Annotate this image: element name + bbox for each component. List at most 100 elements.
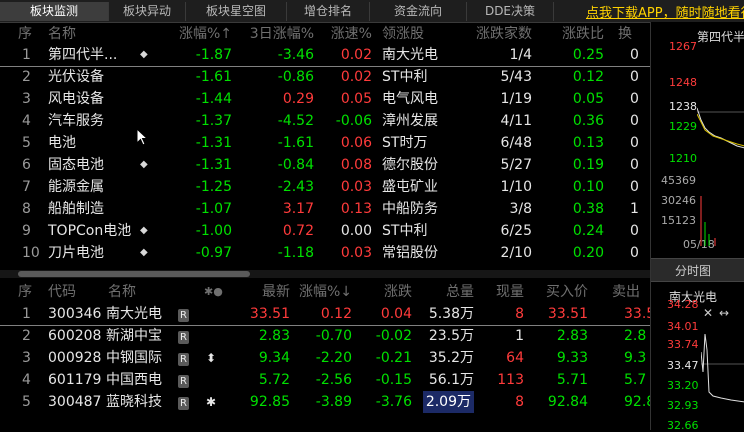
col-change3d[interactable]: 3日涨幅%: [250, 23, 314, 45]
intraday-chart-tab[interactable]: 分时图: [651, 258, 744, 282]
mouse-cursor-icon: [136, 128, 149, 146]
col-stock-name[interactable]: 名称: [108, 281, 136, 303]
stock-last: 9.34: [258, 350, 290, 366]
col-index[interactable]: 序: [18, 23, 32, 45]
badge-cell: R: [178, 369, 189, 391]
sector-row[interactable]: 9 TOPCon电池 ◆ -1.00 0.72 0.00 ST中利 6/25 0.24 0: [0, 220, 650, 242]
sector-name: 风电设备: [48, 91, 104, 107]
sector-name: 能源金属: [48, 179, 104, 195]
badge-cell: R: [178, 325, 189, 347]
sector-index: 10: [22, 245, 40, 261]
sector-change3d: 3.17: [282, 201, 314, 217]
stock-cur-volume: 64: [506, 350, 524, 366]
col-diff[interactable]: 涨跌: [384, 281, 412, 303]
sector-change: -1.00: [195, 223, 232, 239]
stock-row[interactable]: 4 601179 中国西电 5.72 -2.56 -0.15 56.1万 113 5.71 5.7…: [0, 369, 650, 391]
sector-leader: 漳州发展: [382, 113, 438, 129]
col-stock-index[interactable]: 序: [18, 281, 32, 303]
stock-last: 2.83: [258, 328, 290, 344]
stock-bid: 9.33: [556, 350, 588, 366]
expand-horizontal-icon[interactable]: ↔: [719, 306, 729, 320]
sector-turnover: 0: [630, 135, 639, 151]
sector-ratio: 0.19: [572, 157, 604, 173]
intraday-tab-label: 分时图: [675, 264, 712, 278]
sector-row[interactable]: 8 船舶制造 -1.07 3.17 0.13 中船防务 3/8 0.38 1: [0, 198, 650, 220]
stock-index: 3: [22, 350, 31, 366]
sector-ratio: 0.36: [572, 113, 604, 129]
stock-flag-icon: ⬍: [206, 351, 217, 365]
margin-badge: R: [178, 331, 189, 344]
sector-change: -1.44: [195, 91, 232, 107]
col-code[interactable]: 代码: [48, 281, 76, 303]
stock-row[interactable]: 1 300346 南大光电 33.51 0.12 0.04 5.38万 8 33.51 33.5 R: [0, 303, 655, 326]
sector-row[interactable]: 6 固态电池 ◆ -1.31 -0.84 0.08 德尔股份 5/27 0.19 0: [0, 154, 650, 176]
col-ask[interactable]: 卖出: [612, 281, 640, 303]
sector-ratio: 0.12: [572, 69, 604, 85]
col-name[interactable]: 名称: [48, 23, 76, 45]
stock-price-label: 33.20: [667, 379, 699, 392]
sector-name: 光伏设备: [48, 69, 104, 85]
price-label: 1229: [669, 120, 697, 133]
sector-speed: 0.03: [340, 179, 372, 195]
download-app-link[interactable]: 点我下载APP，随时随地看行: [586, 2, 744, 21]
scrollbar-thumb[interactable]: [18, 271, 250, 277]
sector-change: -1.25: [195, 179, 232, 195]
sector-change3d: -4.52: [277, 113, 314, 129]
col-flags[interactable]: ✱●: [204, 281, 223, 303]
tab-position-ranking[interactable]: 增仓排名: [287, 2, 370, 21]
sector-change3d: 0.72: [282, 223, 314, 239]
stock-row[interactable]: 5 300487 蓝晓科技 ✱ 92.85 -3.89 -3.76 2.09万 8 92.84 92…: [0, 391, 655, 413]
tab-sector-monitor[interactable]: 板块监测: [0, 2, 109, 21]
stock-volume: 56.1万: [428, 372, 474, 388]
sector-updown: 5/27: [500, 157, 532, 173]
col-leader[interactable]: 领涨股: [382, 23, 424, 45]
sector-change: -1.31: [195, 135, 232, 151]
sector-name: 第四代半...: [48, 47, 118, 63]
col-stock-change[interactable]: 涨幅%↓: [299, 281, 352, 303]
stock-code: 300487: [48, 394, 102, 410]
sector-speed: 0.13: [340, 201, 372, 217]
sector-row[interactable]: 3 风电设备 -1.44 0.29 0.05 电气风电 1/19 0.05 0: [0, 88, 650, 110]
sector-row[interactable]: 10 刀片电池 ◆ -0.97 -1.18 0.03 常铝股份 2/10 0.20 0: [0, 242, 650, 264]
stock-change: -3.89: [315, 394, 352, 410]
tab-sector-anomaly[interactable]: 板块异动: [109, 2, 186, 21]
tab-capital-flow[interactable]: 资金流向: [370, 2, 467, 21]
price-label: 1238: [669, 100, 697, 113]
sector-row[interactable]: 2 光伏设备 -1.61 -0.86 0.02 ST中利 5/43 0.12 0: [0, 66, 650, 88]
col-last[interactable]: 最新: [262, 281, 290, 303]
sector-updown: 1/4: [509, 47, 532, 63]
stock-change: 0.12: [320, 306, 352, 322]
stock-volume: 23.5万: [428, 328, 474, 344]
sector-row[interactable]: 4 汽车服务 -1.37 -4.52 -0.06 漳州发展 4/11 0.36 0: [0, 110, 650, 132]
stock-cur-volume: 8: [515, 306, 524, 322]
sector-index: 2: [22, 69, 31, 85]
sector-turnover: 0: [630, 179, 639, 195]
sector-leader: 电气风电: [382, 91, 438, 107]
col-ratio[interactable]: 涨跌比: [562, 23, 604, 45]
stock-cur-volume: 113: [497, 372, 524, 388]
close-icon[interactable]: ✕: [703, 306, 713, 320]
stock-diff: 0.04: [380, 306, 412, 322]
sector-speed: 0.02: [340, 47, 372, 63]
stock-price-label: 34.28: [667, 298, 699, 311]
col-bid[interactable]: 买入价: [546, 281, 588, 303]
sector-speed: 0.00: [340, 223, 372, 239]
col-updown[interactable]: 涨跌家数: [476, 23, 532, 45]
col-volume[interactable]: 总量: [446, 281, 474, 303]
sector-row[interactable]: 5 电池 -1.31 -1.61 0.06 ST时万 6/48 0.13 0: [0, 132, 650, 154]
stock-table-header: 序 代码 名称 ✱● 最新 涨幅%↓ 涨跌 总量 现量 买入价 卖出: [0, 281, 650, 303]
col-turnover[interactable]: 换: [618, 23, 632, 45]
col-change[interactable]: 涨幅%↑: [179, 23, 232, 45]
col-cur-volume[interactable]: 现量: [496, 281, 524, 303]
stock-row[interactable]: 2 600208 新湖中宝 2.83 -0.70 -0.02 23.5万 1 2.83 2.8 R: [0, 325, 650, 347]
sector-row[interactable]: 1 第四代半... ◆ -1.87 -3.46 0.02 南大光电 1/4 0.25 0: [0, 44, 650, 67]
tab-dde-decision[interactable]: DDE决策: [467, 2, 554, 21]
stock-diff: -3.76: [375, 394, 412, 410]
col-speed[interactable]: 涨速%: [331, 23, 372, 45]
tab-sector-starmap[interactable]: 板块星空图: [186, 2, 287, 21]
sector-row[interactable]: 7 能源金属 -1.25 -2.43 0.03 盛屯矿业 1/10 0.10 0: [0, 176, 650, 198]
stock-code: 601179: [48, 372, 102, 388]
stock-diff: -0.02: [375, 328, 412, 344]
stock-row[interactable]: 3 000928 中钢国际 ⬍ 9.34 -2.20 -0.21 35.2万 64 9.33 9.3…: [0, 347, 650, 369]
price-label: 1267: [669, 40, 697, 53]
